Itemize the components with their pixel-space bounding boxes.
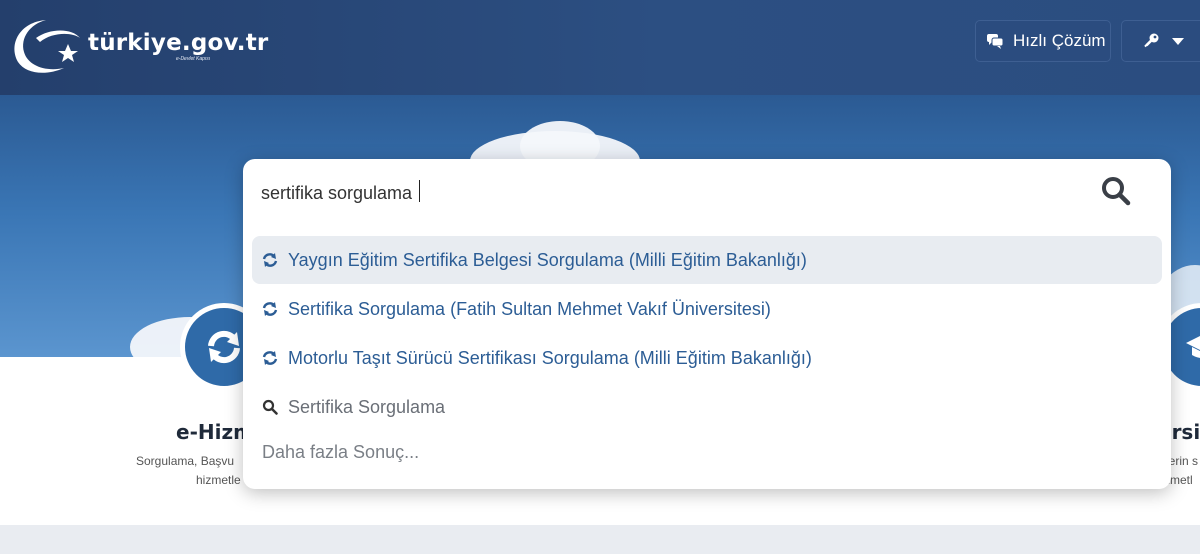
chevron-down-icon xyxy=(1172,37,1184,45)
search-input[interactable] xyxy=(261,177,1081,209)
suggestion-label: Sertifika Sorgulama (Fatih Sultan Mehmet… xyxy=(288,298,771,319)
suggestion-item[interactable]: Sertifika Sorgulama xyxy=(252,383,1162,431)
suggestion-item[interactable]: Sertifika Sorgulama (Fatih Sultan Mehmet… xyxy=(252,285,1162,333)
crescent-star-icon xyxy=(14,20,80,73)
refresh-icon xyxy=(262,253,278,267)
more-results-link[interactable]: Daha fazla Sonuç... xyxy=(262,442,419,463)
chat-bubbles-icon xyxy=(987,34,1004,49)
search-dropdown-panel: Yaygın Eğitim Sertifika Belgesi Sorgulam… xyxy=(243,159,1171,489)
logo-subtitle: e-Devlet Kapısı xyxy=(176,56,211,62)
suggestion-item[interactable]: Motorlu Taşıt Sürücü Sertifikası Sorgula… xyxy=(252,334,1162,382)
refresh-icon xyxy=(262,351,278,365)
logo-text: türkiye.gov.tr xyxy=(88,30,269,56)
card-desc-line: lerin s xyxy=(1166,454,1199,468)
refresh-icon xyxy=(208,330,240,364)
quick-solution-button[interactable]: Hızlı Çözüm xyxy=(975,20,1111,62)
login-key-button[interactable] xyxy=(1121,20,1200,62)
card-desc-line: Sorgulama, Başvu xyxy=(136,454,235,468)
search-icon xyxy=(262,399,278,415)
suggestion-label: Motorlu Taşıt Sürücü Sertifikası Sorgula… xyxy=(288,347,812,368)
key-icon xyxy=(1144,33,1159,48)
suggestion-label: Sertifika Sorgulama xyxy=(288,396,446,417)
quick-solution-label: Hızlı Çözüm xyxy=(1013,31,1106,50)
search-icon[interactable] xyxy=(1100,175,1132,207)
footer-strip xyxy=(0,525,1200,554)
text-cursor xyxy=(419,180,420,202)
suggestion-item[interactable]: Yaygın Eğitim Sertifika Belgesi Sorgulam… xyxy=(252,236,1162,284)
graduation-cap-icon xyxy=(1186,336,1200,358)
top-header: türkiye.gov.tr e-Devlet Kapısı Hızlı Çöz… xyxy=(0,0,1200,95)
suggestion-label: Yaygın Eğitim Sertifika Belgesi Sorgulam… xyxy=(288,249,807,270)
refresh-icon xyxy=(262,302,278,316)
turkiye-gov-logo[interactable]: türkiye.gov.tr e-Devlet Kapısı xyxy=(6,14,268,76)
